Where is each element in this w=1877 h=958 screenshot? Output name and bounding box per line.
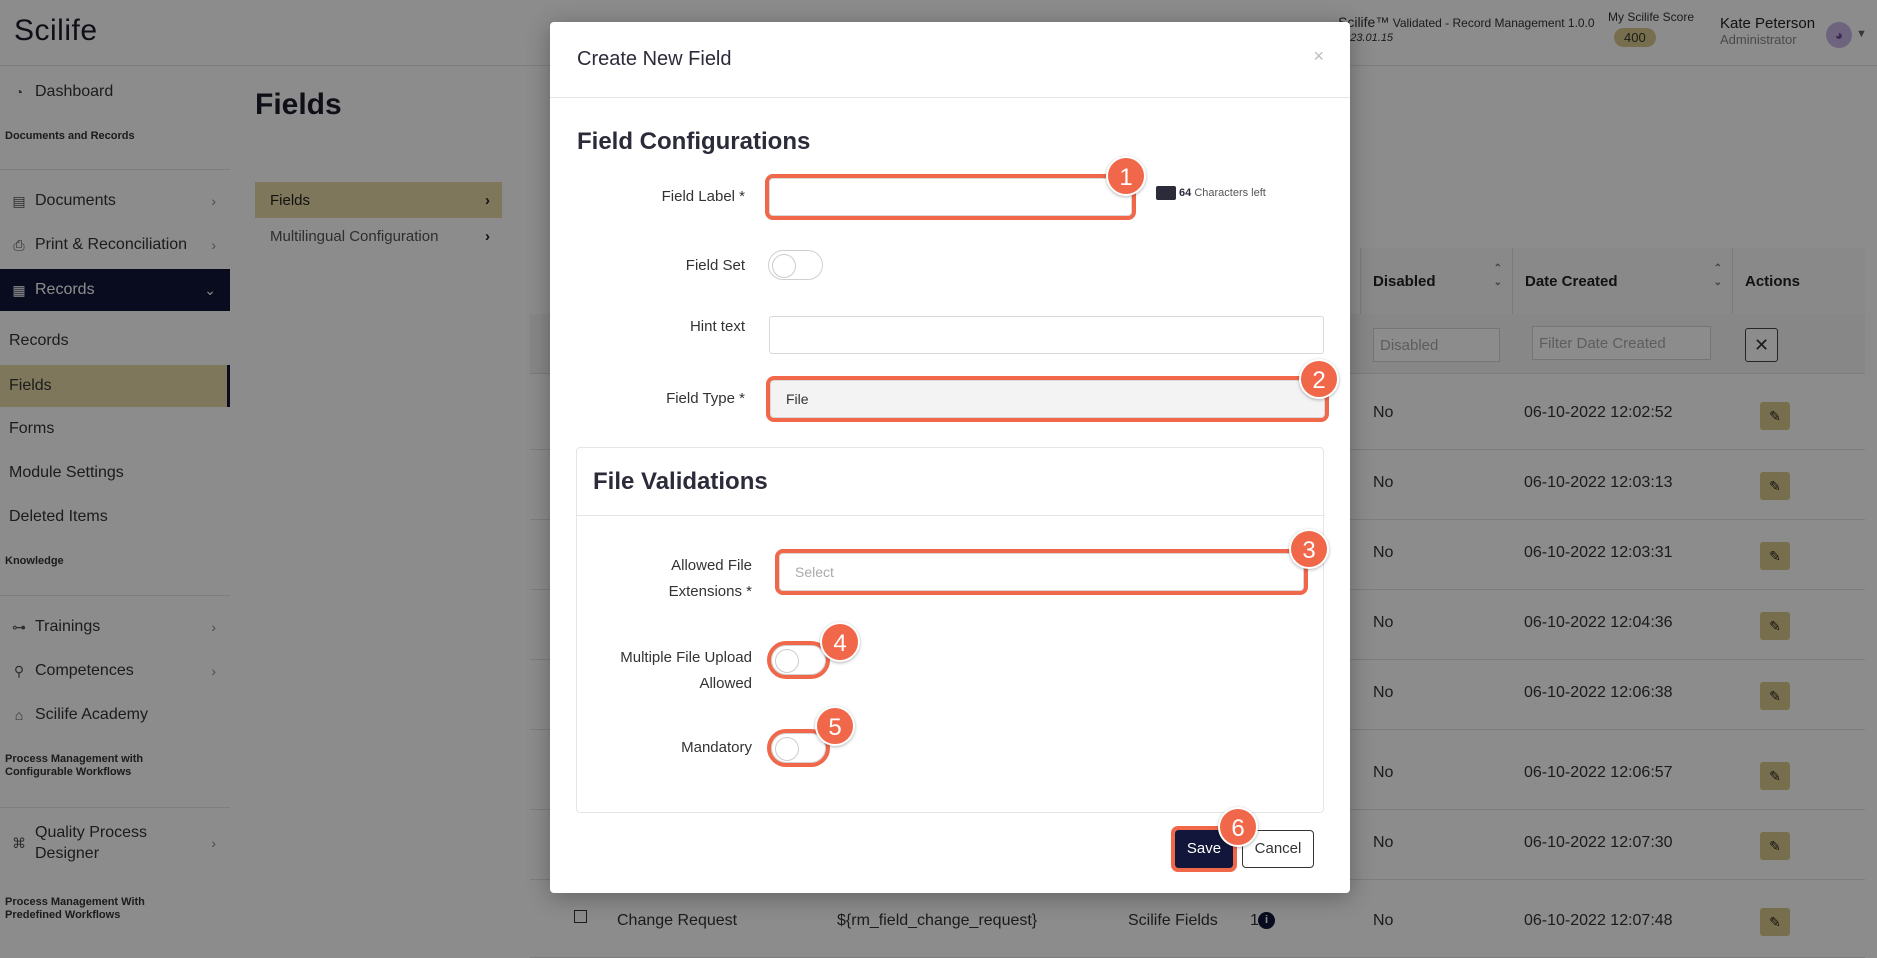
step-marker-4: 4 bbox=[820, 622, 860, 662]
field-label-input[interactable] bbox=[765, 174, 1136, 220]
hint-text-label: Hint text bbox=[689, 318, 745, 335]
section-file-validations: File Validations bbox=[593, 468, 768, 495]
keyboard-icon bbox=[1156, 186, 1176, 200]
multiple-upload-label: Multiple File Upload Allowed bbox=[620, 649, 752, 692]
step-marker-1: 1 bbox=[1106, 156, 1146, 196]
step-marker-3: 3 bbox=[1289, 529, 1329, 569]
characters-left: 64 Characters left bbox=[1156, 186, 1266, 200]
modal-title: Create New Field bbox=[577, 48, 732, 70]
hint-text-input[interactable] bbox=[769, 316, 1324, 354]
field-set-toggle[interactable] bbox=[768, 250, 823, 280]
field-set-label: Field Set bbox=[685, 257, 745, 274]
chars-text: Characters left bbox=[1194, 186, 1266, 199]
field-label-label: Field Label * bbox=[661, 188, 745, 205]
modal-header: Create New Field × bbox=[550, 22, 1350, 98]
step-marker-2: 2 bbox=[1299, 359, 1339, 399]
card-header: File Validations bbox=[577, 448, 1325, 516]
field-type-select[interactable]: File bbox=[766, 376, 1329, 422]
allowed-extensions-label: Allowed File Extensions * bbox=[668, 557, 752, 600]
multiple-upload-toggle[interactable] bbox=[767, 641, 830, 679]
allowed-extensions-select[interactable]: Select bbox=[775, 549, 1308, 595]
step-marker-6: 6 bbox=[1218, 807, 1258, 847]
chars-count: 64 bbox=[1179, 186, 1192, 199]
mandatory-label: Mandatory bbox=[681, 739, 752, 756]
field-type-label: Field Type * bbox=[666, 390, 745, 407]
section-field-configurations: Field Configurations bbox=[577, 128, 811, 155]
step-marker-5: 5 bbox=[815, 706, 855, 746]
close-icon[interactable]: × bbox=[1313, 46, 1324, 67]
